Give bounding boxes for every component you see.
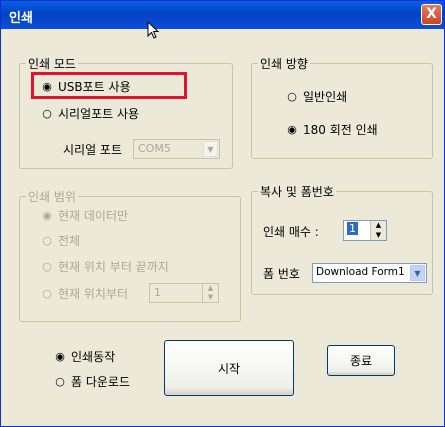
from-current-spinner[interactable]: ▲ ▼ xyxy=(202,284,218,302)
print-action-radio[interactable]: ◉ 인쇄동작 xyxy=(54,348,115,365)
serial-port-radio-label: 시리얼포트 사용 xyxy=(58,107,140,121)
normal-print-radio[interactable]: ○ 일반인쇄 xyxy=(286,88,347,105)
chevron-down-icon[interactable]: ▼ xyxy=(203,141,218,157)
print-mode-legend: 인쇄 모드 xyxy=(26,55,78,72)
copies-form-legend: 복사 및 폼번호 xyxy=(258,183,336,200)
form-number-select[interactable]: Download Form1 ▼ xyxy=(312,263,427,283)
to-end-radio[interactable]: ○ 현재 위치 부터 끝까지 xyxy=(41,258,169,275)
start-button[interactable]: 시작 xyxy=(164,340,294,396)
start-button-label: 시작 xyxy=(217,361,241,376)
current-data-label: 현재 데이터만 xyxy=(58,209,129,223)
from-current-stepper[interactable]: 1 ▲ ▼ xyxy=(149,283,219,303)
serial-port-value: COM5 xyxy=(138,142,171,155)
normal-print-label: 일반인쇄 xyxy=(303,90,348,104)
copies-stepper[interactable]: 1 ▲ ▼ xyxy=(343,220,387,241)
from-current-value: 1 xyxy=(154,286,161,299)
serial-port-select[interactable]: COM5 ▼ xyxy=(133,139,220,159)
close-icon[interactable]: X xyxy=(421,4,442,25)
from-current-radio[interactable]: ○ 현재 위치부터 xyxy=(41,285,128,302)
print-dialog: 인쇄 X 인쇄 모드 ◉ USB포트 사용 ○ 시리얼포트 사용 시리얼 포트 … xyxy=(0,0,445,427)
radio-unselected-icon: ○ xyxy=(42,107,52,120)
copies-label: 인쇄 매수 : xyxy=(263,225,319,239)
chevron-down-icon[interactable]: ▼ xyxy=(410,265,425,281)
mouse-cursor-icon xyxy=(147,21,160,39)
highlight-box xyxy=(31,72,187,99)
radio-selected-icon: ◉ xyxy=(42,209,52,222)
serial-port-label: 시리얼 포트 xyxy=(63,143,123,157)
print-range-legend: 인쇄 범위 xyxy=(26,188,78,205)
all-label: 전체 xyxy=(58,234,81,248)
rotate-print-label: 180 회전 인쇄 xyxy=(303,123,378,137)
copies-spinner[interactable]: ▲ ▼ xyxy=(370,221,386,240)
from-current-label: 현재 위치부터 xyxy=(58,287,129,301)
up-arrow-icon[interactable]: ▲ xyxy=(371,221,386,231)
radio-unselected-icon: ○ xyxy=(287,90,297,103)
form-number-label: 폼 번호 xyxy=(263,267,300,281)
down-arrow-icon[interactable]: ▼ xyxy=(203,293,218,302)
form-download-radio[interactable]: ○ 폼 다운로드 xyxy=(54,373,130,390)
copies-value: 1 xyxy=(347,222,358,235)
radio-unselected-icon: ○ xyxy=(55,375,65,388)
rotate-print-radio[interactable]: ◉ 180 회전 인쇄 xyxy=(286,121,378,138)
print-direction-legend: 인쇄 방향 xyxy=(258,55,310,72)
radio-selected-icon: ◉ xyxy=(55,350,65,363)
radio-unselected-icon: ○ xyxy=(42,234,52,247)
form-download-label: 폼 다운로드 xyxy=(71,375,131,389)
print-direction-group: 인쇄 방향 xyxy=(251,55,433,159)
radio-unselected-icon: ○ xyxy=(42,260,52,273)
to-end-label: 현재 위치 부터 끝까지 xyxy=(58,260,169,274)
close-button-label: 종료 xyxy=(349,354,373,368)
print-action-label: 인쇄동작 xyxy=(71,350,116,364)
window-title: 인쇄 xyxy=(9,11,33,26)
close-button[interactable]: 종료 xyxy=(327,345,395,376)
current-data-radio[interactable]: ◉ 현재 데이터만 xyxy=(41,207,128,224)
all-radio[interactable]: ○ 전체 xyxy=(41,232,80,249)
form-number-value: Download Form1 xyxy=(316,266,405,278)
radio-unselected-icon: ○ xyxy=(42,287,52,300)
down-arrow-icon[interactable]: ▼ xyxy=(371,231,386,241)
radio-selected-icon: ◉ xyxy=(287,123,297,136)
serial-port-radio[interactable]: ○ 시리얼포트 사용 xyxy=(41,105,139,122)
up-arrow-icon[interactable]: ▲ xyxy=(203,284,218,293)
title-bar[interactable]: 인쇄 X xyxy=(1,1,444,29)
